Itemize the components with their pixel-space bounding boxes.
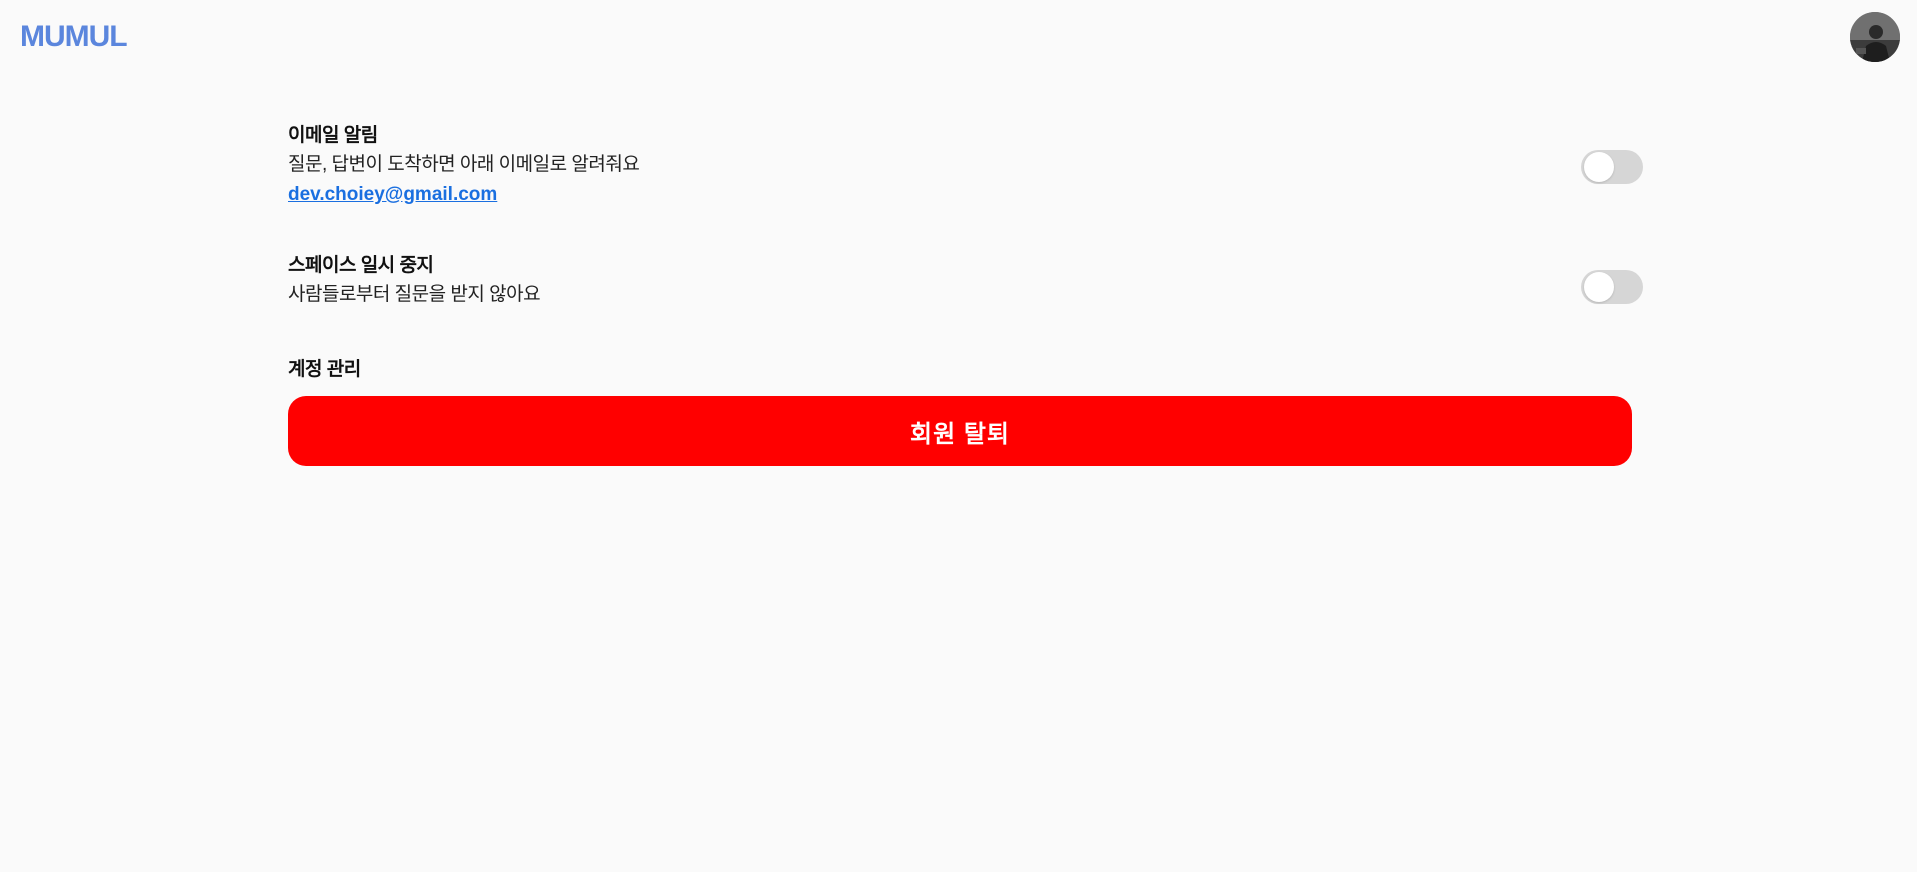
email-notification-description: 질문, 답변이 도착하면 아래 이메일로 알려줘요: [288, 154, 640, 175]
email-notification-toggle[interactable]: [1581, 150, 1643, 184]
email-notification-setting: 이메일 알림 질문, 답변이 도착하면 아래 이메일로 알려줘요 dev.cho…: [288, 122, 1643, 214]
space-pause-toggle[interactable]: [1581, 270, 1643, 304]
withdraw-button[interactable]: 회원 탈퇴: [288, 396, 1632, 466]
email-notification-title: 이메일 알림: [288, 125, 378, 146]
user-avatar-icon: [1850, 12, 1900, 62]
app-logo[interactable]: MUMUL: [20, 20, 128, 54]
top-header: MUMUL: [0, 0, 1917, 76]
space-pause-title: 스페이스 일시 중지: [288, 255, 434, 276]
notification-email-link[interactable]: dev.choiey@gmail.com: [288, 180, 497, 210]
space-pause-description: 사람들로부터 질문을 받지 않아요: [288, 284, 541, 305]
user-avatar[interactable]: [1850, 12, 1900, 62]
space-pause-setting: 스페이스 일시 중지 사람들로부터 질문을 받지 않아요: [288, 252, 1643, 356]
toggle-knob: [1584, 152, 1614, 182]
account-management-title: 계정 관리: [288, 359, 361, 380]
settings-content: 이메일 알림 질문, 답변이 도착하면 아래 이메일로 알려줘요 dev.cho…: [288, 122, 1643, 466]
toggle-knob: [1584, 272, 1614, 302]
